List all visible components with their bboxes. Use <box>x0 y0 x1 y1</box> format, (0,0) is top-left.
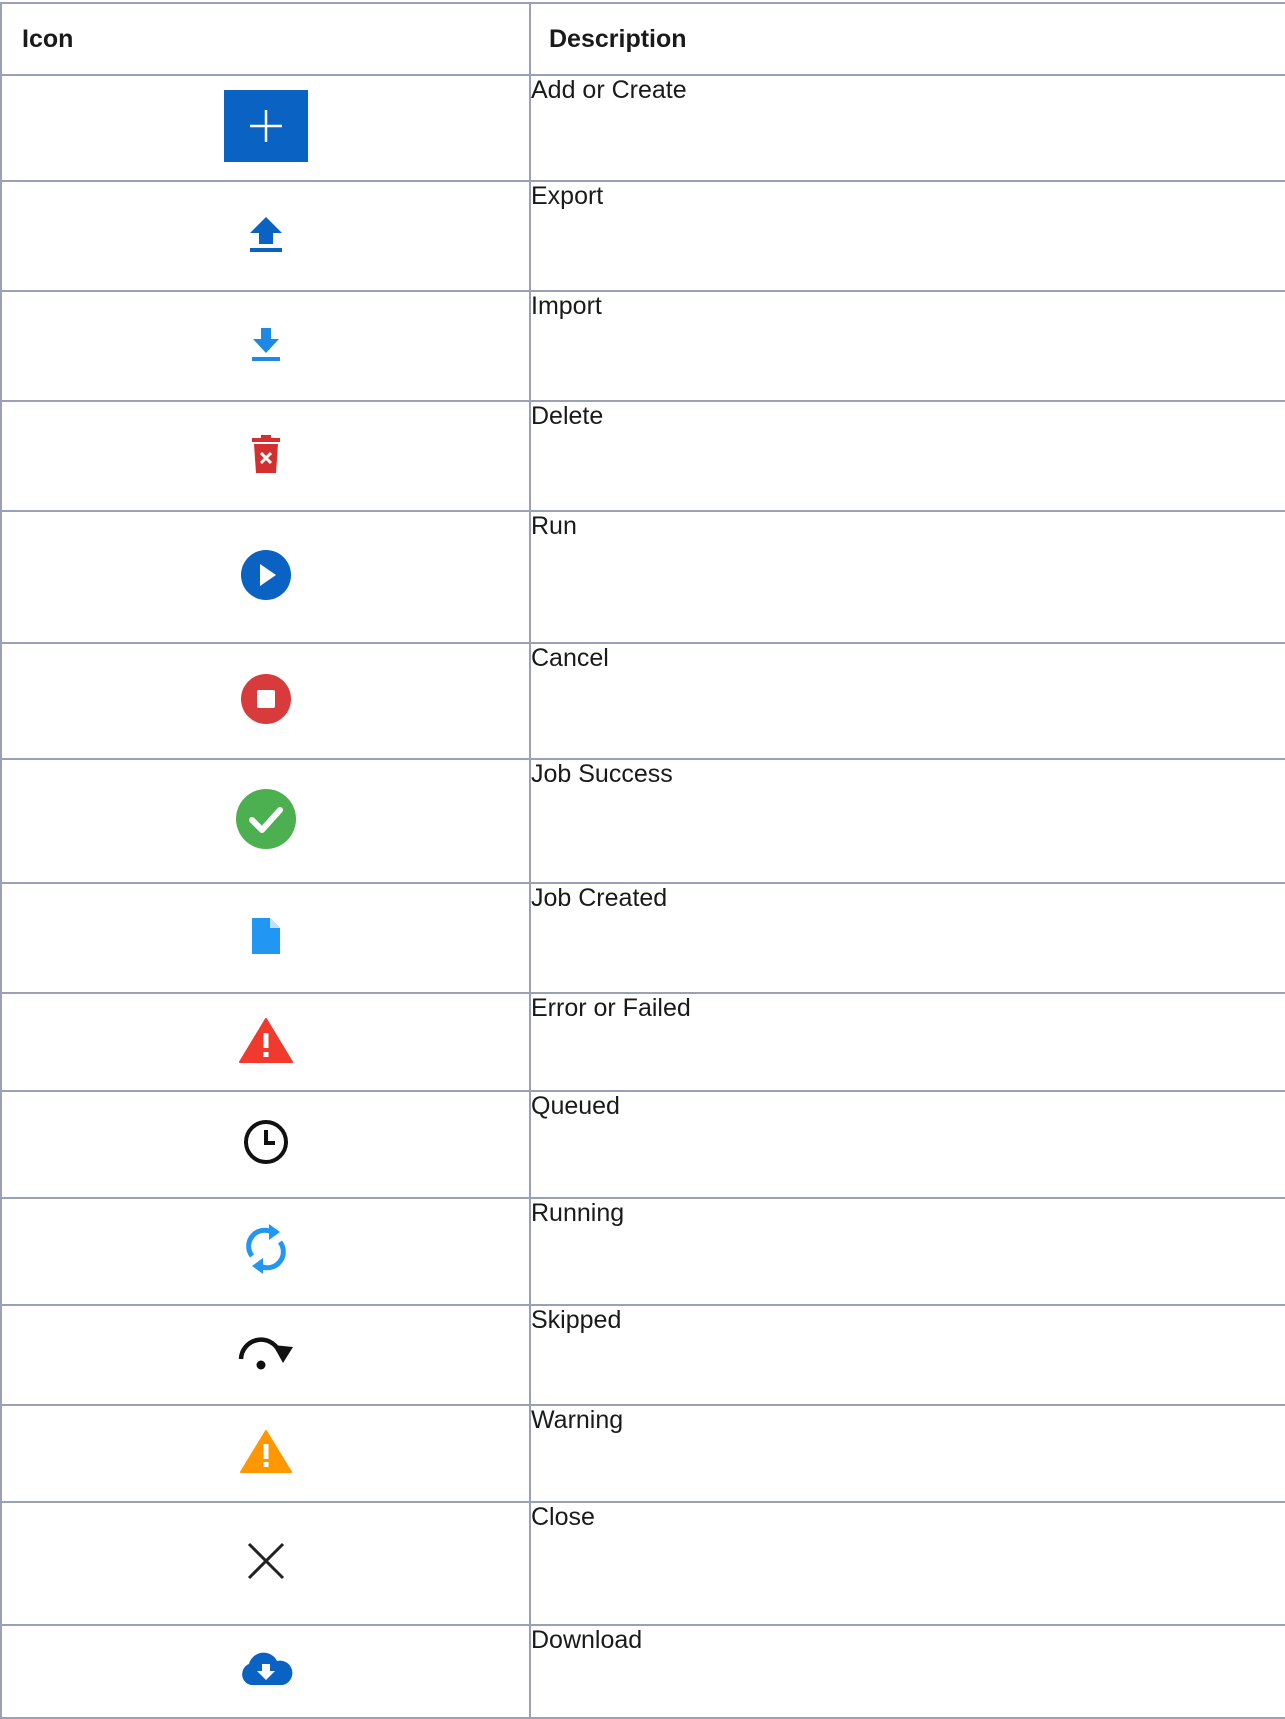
description-cell: Close <box>529 1501 1285 1626</box>
table-row: Cancel <box>0 642 1285 760</box>
icon-reference-table: Icon Description Add or Create Export Im… <box>0 2 1285 1719</box>
description-cell: Warning <box>529 1404 1285 1503</box>
table-row: Queued <box>0 1090 1285 1199</box>
icon-cell <box>0 642 531 760</box>
icon-cell <box>0 290 531 402</box>
description-cell: Job Success <box>529 758 1285 884</box>
icon-cell <box>0 1197 531 1306</box>
delete-icon <box>251 434 281 474</box>
description-cell: Add or Create <box>529 74 1285 182</box>
export-icon <box>249 215 283 253</box>
job-created-icon <box>251 917 280 954</box>
icon-cell <box>0 180 531 292</box>
description-cell: Queued <box>529 1090 1285 1199</box>
download-icon <box>239 1652 293 1686</box>
close-icon <box>246 1541 286 1581</box>
table-row: Export <box>0 180 1285 292</box>
queued-icon <box>243 1119 289 1165</box>
description-cell: Delete <box>529 400 1285 512</box>
icon-cell <box>0 1624 531 1719</box>
error-icon <box>238 1017 293 1063</box>
description-cell: Run <box>529 510 1285 644</box>
job-success-icon <box>235 788 297 850</box>
description-cell: Skipped <box>529 1304 1285 1406</box>
running-icon <box>242 1218 290 1280</box>
description-column-header: Description <box>529 2 1285 76</box>
warning-icon <box>239 1429 292 1473</box>
table-row: Run <box>0 510 1285 644</box>
icon-cell <box>0 1304 531 1406</box>
description-cell: Download <box>529 1624 1285 1719</box>
table-row: Running <box>0 1197 1285 1306</box>
table-row: Add or Create <box>0 74 1285 182</box>
icon-cell <box>0 1501 531 1626</box>
add-icon <box>223 89 308 162</box>
description-cell: Export <box>529 180 1285 292</box>
table-row: Warning <box>0 1404 1285 1503</box>
icon-cell <box>0 400 531 512</box>
table-row: Skipped <box>0 1304 1285 1406</box>
icon-column-header: Icon <box>0 2 531 76</box>
table-row: Delete <box>0 400 1285 512</box>
description-cell: Running <box>529 1197 1285 1306</box>
description-cell: Error or Failed <box>529 992 1285 1092</box>
icon-cell <box>0 882 531 994</box>
import-icon <box>251 326 281 362</box>
table-row: Download <box>0 1624 1285 1719</box>
table-row: Import <box>0 290 1285 402</box>
icon-cell <box>0 510 531 644</box>
table-row: Close <box>0 1501 1285 1626</box>
table-header-row: Icon Description <box>0 2 1285 76</box>
icon-cell <box>0 992 531 1092</box>
description-cell: Import <box>529 290 1285 402</box>
icon-cell <box>0 758 531 884</box>
icon-cell <box>0 1404 531 1503</box>
skipped-icon <box>235 1335 297 1371</box>
icon-cell <box>0 74 531 182</box>
description-cell: Cancel <box>529 642 1285 760</box>
description-cell: Job Created <box>529 882 1285 994</box>
run-icon <box>240 549 292 601</box>
table-row: Job Success <box>0 758 1285 884</box>
cancel-icon <box>240 673 292 725</box>
table-row: Job Created <box>0 882 1285 994</box>
table-row: Error or Failed <box>0 992 1285 1092</box>
icon-cell <box>0 1090 531 1199</box>
